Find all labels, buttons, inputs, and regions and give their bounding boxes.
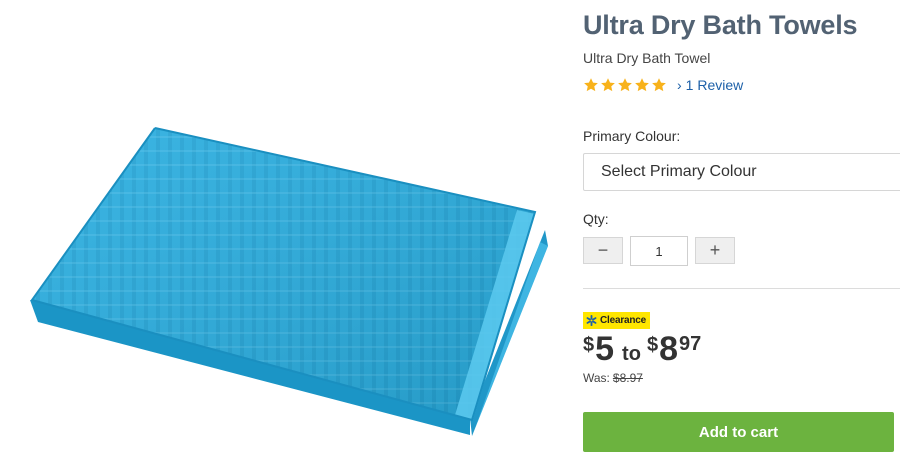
qty-decrement-button[interactable]: −: [583, 237, 623, 264]
divider: [583, 288, 900, 289]
primary-colour-label: Primary Colour:: [583, 128, 681, 144]
price-to: to: [622, 343, 641, 365]
was-label: Was:: [583, 371, 610, 385]
reviews-link[interactable]: › 1 Review: [677, 77, 743, 93]
qty-input[interactable]: [630, 236, 688, 266]
clearance-text: Clearance: [600, 315, 647, 326]
currency-symbol: $: [646, 334, 659, 356]
price-high-cents: 97: [678, 333, 702, 355]
primary-colour-select[interactable]: Select Primary Colour: [583, 153, 900, 191]
spark-icon: [586, 315, 597, 326]
star-icon: [601, 78, 615, 92]
rating-row: › 1 Review: [583, 75, 743, 95]
product-subtitle: Ultra Dry Bath Towel: [583, 50, 711, 66]
add-to-cart-button[interactable]: Add to cart: [583, 412, 894, 452]
star-icon: [584, 78, 598, 92]
star-icon: [635, 78, 649, 92]
star-icon: [618, 78, 632, 92]
price-low: 5: [595, 330, 615, 368]
chevron-right-icon: ›: [677, 77, 682, 93]
currency-symbol: $: [583, 334, 595, 356]
primary-colour-placeholder: Select Primary Colour: [601, 163, 757, 180]
star-icon: [652, 78, 666, 92]
was-amount: $8.97: [612, 371, 643, 385]
price-range: $5 to $897: [583, 330, 701, 369]
towel-image-icon: [30, 127, 548, 436]
product-image[interactable]: [0, 0, 570, 459]
review-count: 1 Review: [685, 77, 744, 93]
qty-increment-button[interactable]: +: [695, 237, 735, 264]
qty-label: Qty:: [583, 211, 609, 227]
price-high-dollars: 8: [659, 330, 678, 368]
product-title: Ultra Dry Bath Towels: [583, 10, 858, 40]
star-rating: [583, 77, 667, 93]
clearance-badge: Clearance: [583, 312, 651, 329]
was-price: Was: $8.97: [583, 371, 643, 385]
